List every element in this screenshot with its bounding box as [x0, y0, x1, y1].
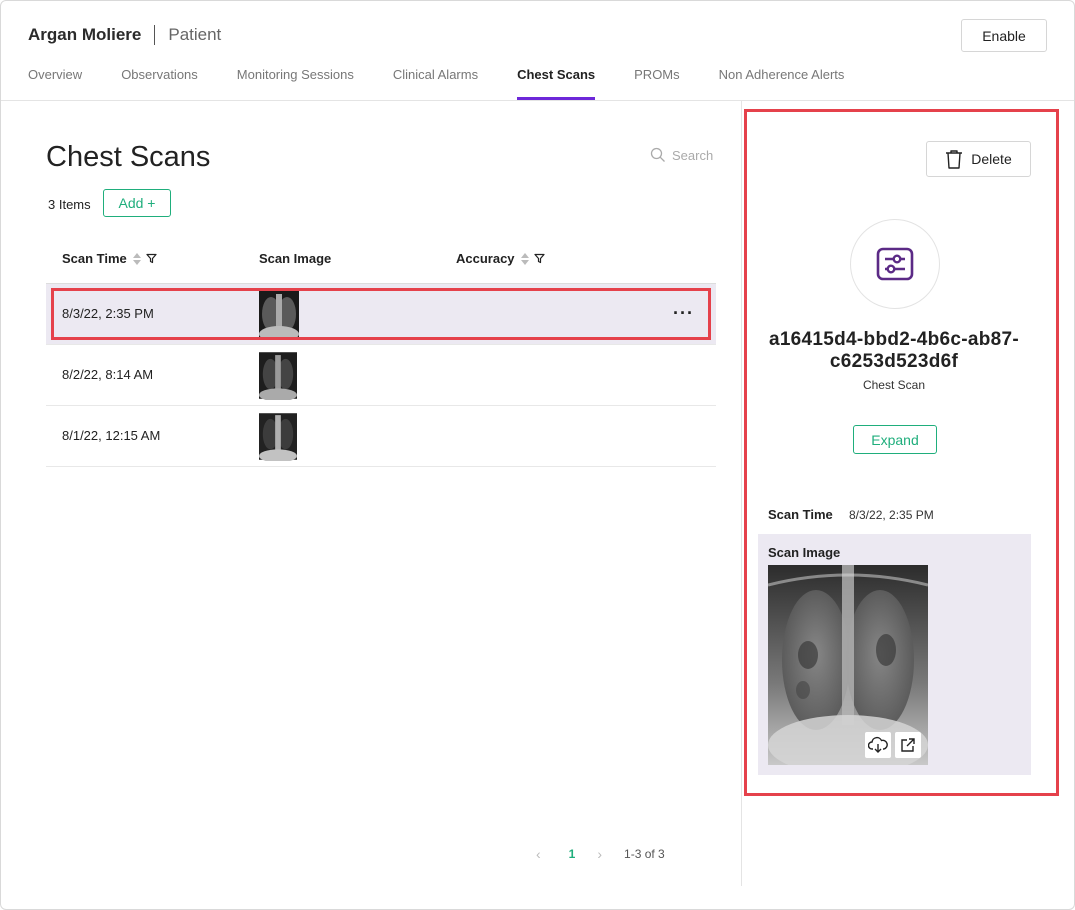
scan-time-cell: 8/2/22, 8:14 AM — [62, 367, 154, 382]
delete-label: Delete — [971, 151, 1012, 167]
column-header-scan-time[interactable]: Scan Time — [62, 251, 157, 266]
panel-divider — [741, 101, 742, 886]
cloud-download-icon — [868, 736, 888, 753]
tab-clinical-alarms[interactable]: Clinical Alarms — [393, 67, 478, 100]
header-divider — [1, 100, 1074, 101]
scan-time-cell: 8/1/22, 12:15 AM — [62, 428, 161, 443]
tab-observations[interactable]: Observations — [121, 67, 198, 100]
scans-table: Scan Time Scan Image Accuracy 8/3/22, 2:… — [46, 235, 716, 467]
app-window: Argan Moliere Patient Enable Overview Ob… — [0, 0, 1075, 910]
record-id-line: a16415d4-bbd2-4b6c-ab87- — [768, 329, 1020, 350]
tab-monitoring-sessions[interactable]: Monitoring Sessions — [237, 67, 354, 100]
sort-icon[interactable] — [132, 252, 141, 265]
record-id: a16415d4-bbd2-4b6c-ab87- c6253d523d6f — [758, 329, 1030, 373]
external-link-icon — [901, 738, 915, 752]
record-id-line: c6253d523d6f — [829, 351, 959, 372]
tab-non-adherence-alerts[interactable]: Non Adherence Alerts — [719, 67, 845, 100]
table-row[interactable]: 8/1/22, 12:15 AM — [46, 406, 716, 467]
header-separator — [154, 25, 156, 45]
trash-icon — [946, 150, 963, 169]
table-row[interactable]: 8/3/22, 2:35 PM ··· — [46, 284, 716, 345]
page-range: 1-3 of 3 — [624, 847, 665, 861]
patient-name: Argan Moliere — [28, 25, 142, 44]
pagination: ‹ 1 › 1-3 of 3 — [536, 846, 665, 862]
record-type: Chest Scan — [862, 378, 926, 392]
add-button[interactable]: Add + — [103, 189, 171, 217]
patient-header: Argan Moliere Patient — [28, 25, 221, 45]
record-avatar — [850, 219, 940, 309]
column-label: Scan Image — [259, 251, 332, 266]
download-button[interactable] — [865, 732, 891, 758]
search-placeholder: Search — [672, 147, 714, 163]
next-page-button[interactable]: › — [597, 846, 602, 862]
expand-button[interactable]: Expand — [853, 425, 937, 454]
tab-chest-scans[interactable]: Chest Scans — [517, 67, 596, 100]
item-count: 3 Items — [48, 197, 91, 212]
scan-time-cell: 8/3/22, 2:35 PM — [62, 306, 154, 321]
xray-thumbnail[interactable] — [259, 412, 297, 461]
sliders-icon — [876, 247, 914, 281]
scan-time-value: 8/3/22, 2:35 PM — [849, 508, 934, 522]
sort-icon[interactable] — [520, 252, 529, 265]
delete-button[interactable]: Delete — [926, 141, 1031, 177]
prev-page-button[interactable]: ‹ — [536, 846, 541, 862]
page-title: Chest Scans — [46, 141, 211, 173]
scan-time-label: Scan Time — [768, 507, 833, 522]
column-header-scan-image: Scan Image — [259, 251, 331, 266]
enable-button[interactable]: Enable — [961, 19, 1047, 52]
search-icon — [650, 147, 665, 162]
scan-image-label: Scan Image — [768, 545, 841, 560]
xray-thumbnail[interactable] — [259, 351, 297, 400]
table-row[interactable]: 8/2/22, 8:14 AM — [46, 345, 716, 406]
tab-overview[interactable]: Overview — [28, 67, 82, 100]
row-menu-button[interactable]: ··· — [673, 303, 694, 324]
search-input[interactable]: Search — [650, 147, 713, 163]
filter-icon[interactable] — [533, 253, 545, 264]
patient-role: Patient — [168, 25, 222, 44]
filter-icon[interactable] — [146, 253, 157, 264]
xray-thumbnail[interactable] — [259, 290, 299, 339]
page-number[interactable]: 1 — [569, 847, 576, 861]
tab-bar: Overview Observations Monitoring Session… — [28, 67, 883, 100]
table-header: Scan Time Scan Image Accuracy — [46, 235, 716, 284]
column-header-accuracy[interactable]: Accuracy — [456, 251, 545, 266]
open-external-button[interactable] — [895, 732, 921, 758]
column-label: Scan Time — [62, 251, 127, 266]
tab-proms[interactable]: PROMs — [634, 67, 680, 100]
column-label: Accuracy — [456, 251, 515, 266]
